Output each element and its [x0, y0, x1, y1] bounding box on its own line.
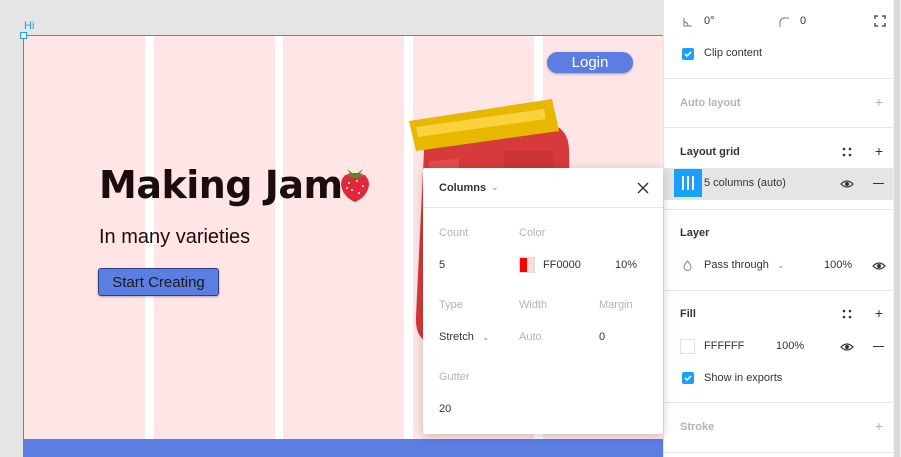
popup-header: Columns ⌄: [423, 168, 663, 208]
frame-label[interactable]: Hi: [24, 20, 34, 32]
eye-icon[interactable]: [872, 260, 886, 272]
blend-mode-value: Pass through: [704, 259, 769, 271]
resize-handle[interactable]: [20, 32, 27, 39]
count-label: Count: [439, 227, 469, 239]
add-grid-icon[interactable]: +: [872, 144, 886, 158]
properties-panel: 0° 0 Clip content Auto layout + Layout g…: [663, 0, 901, 457]
grid-type-dropdown[interactable]: Columns: [439, 182, 486, 194]
type-label: Type: [439, 299, 463, 311]
close-icon[interactable]: [635, 180, 651, 196]
strawberry-icon: [341, 169, 369, 202]
color-label: Color: [519, 227, 546, 239]
type-dropdown[interactable]: Stretch ⌄: [439, 331, 489, 343]
frame-section: 0° 0 Clip content: [664, 0, 894, 79]
corner-radius-icon: [779, 17, 789, 27]
columns-popup: Columns ⌄ Count Color 5 FF0000 10% Type …: [423, 168, 663, 434]
stroke-title: Stroke: [680, 421, 715, 433]
blend-mode-icon: [683, 260, 692, 271]
gutter-label: Gutter: [439, 371, 470, 383]
grid-item-label: 5 columns (auto): [704, 177, 786, 189]
eye-icon[interactable]: [840, 341, 854, 353]
eye-icon[interactable]: [840, 178, 854, 190]
styles-icon[interactable]: [842, 147, 852, 157]
count-input[interactable]: 5: [439, 259, 445, 271]
login-button[interactable]: Login: [547, 52, 633, 73]
footer-band[interactable]: [24, 439, 663, 457]
grid-color-swatch[interactable]: [519, 257, 535, 273]
scrollbar-thumb[interactable]: [894, 0, 900, 457]
independent-corners-icon[interactable]: [874, 15, 886, 27]
margin-label: Margin: [599, 299, 633, 311]
margin-input[interactable]: 0: [599, 331, 605, 343]
add-auto-layout-icon[interactable]: +: [872, 95, 886, 109]
clip-content-label: Clip content: [704, 47, 763, 59]
hero-title[interactable]: Making Jam: [99, 163, 343, 207]
styles-icon[interactable]: [842, 309, 852, 319]
remove-grid-icon[interactable]: [873, 183, 884, 185]
fill-opacity-input[interactable]: 100%: [776, 340, 804, 352]
rotation-input[interactable]: 0°: [704, 15, 715, 27]
width-input[interactable]: Auto: [519, 331, 542, 343]
fill-section: Fill + FFFFFF 100% Show in exports: [664, 291, 894, 403]
grid-color-input[interactable]: FF0000: [543, 259, 581, 271]
type-value: Stretch: [439, 331, 474, 343]
auto-layout-section: Auto layout +: [664, 79, 894, 128]
clip-content-checkbox[interactable]: [682, 48, 694, 60]
stroke-section: Stroke +: [664, 403, 894, 453]
fill-color-input[interactable]: FFFFFF: [704, 340, 744, 352]
add-fill-icon[interactable]: +: [872, 306, 886, 320]
auto-layout-title: Auto layout: [680, 97, 741, 109]
blend-mode-dropdown[interactable]: Pass through ⌄: [704, 259, 784, 271]
panel-scrollbar[interactable]: [893, 0, 901, 457]
layer-section: Layer Pass through ⌄ 100%: [664, 210, 894, 291]
start-creating-button[interactable]: Start Creating: [98, 268, 219, 296]
layout-grid-title: Layout grid: [680, 146, 740, 158]
show-in-exports-label: Show in exports: [704, 372, 783, 384]
chevron-down-icon[interactable]: ⌄: [491, 182, 499, 193]
width-label: Width: [519, 299, 548, 311]
fill-color-swatch[interactable]: [680, 339, 695, 354]
chevron-down-icon: ⌄: [776, 260, 785, 270]
gutter-input[interactable]: 20: [439, 403, 451, 415]
add-stroke-icon[interactable]: +: [872, 419, 886, 433]
corner-radius-input[interactable]: 0: [800, 15, 806, 27]
grid-opacity-input[interactable]: 10%: [615, 259, 637, 271]
show-in-exports-checkbox[interactable]: [682, 372, 694, 384]
fill-title: Fill: [680, 308, 696, 320]
chevron-down-icon: ⌄: [481, 332, 490, 342]
rotation-icon: [683, 18, 692, 27]
remove-fill-icon[interactable]: [873, 346, 884, 348]
layer-title: Layer: [680, 227, 710, 239]
column-grid-icon[interactable]: [674, 169, 702, 197]
layout-grid-item[interactable]: 5 columns (auto): [664, 168, 894, 200]
layer-opacity-input[interactable]: 100%: [824, 259, 852, 271]
hero-subtitle[interactable]: In many varieties: [99, 226, 250, 249]
